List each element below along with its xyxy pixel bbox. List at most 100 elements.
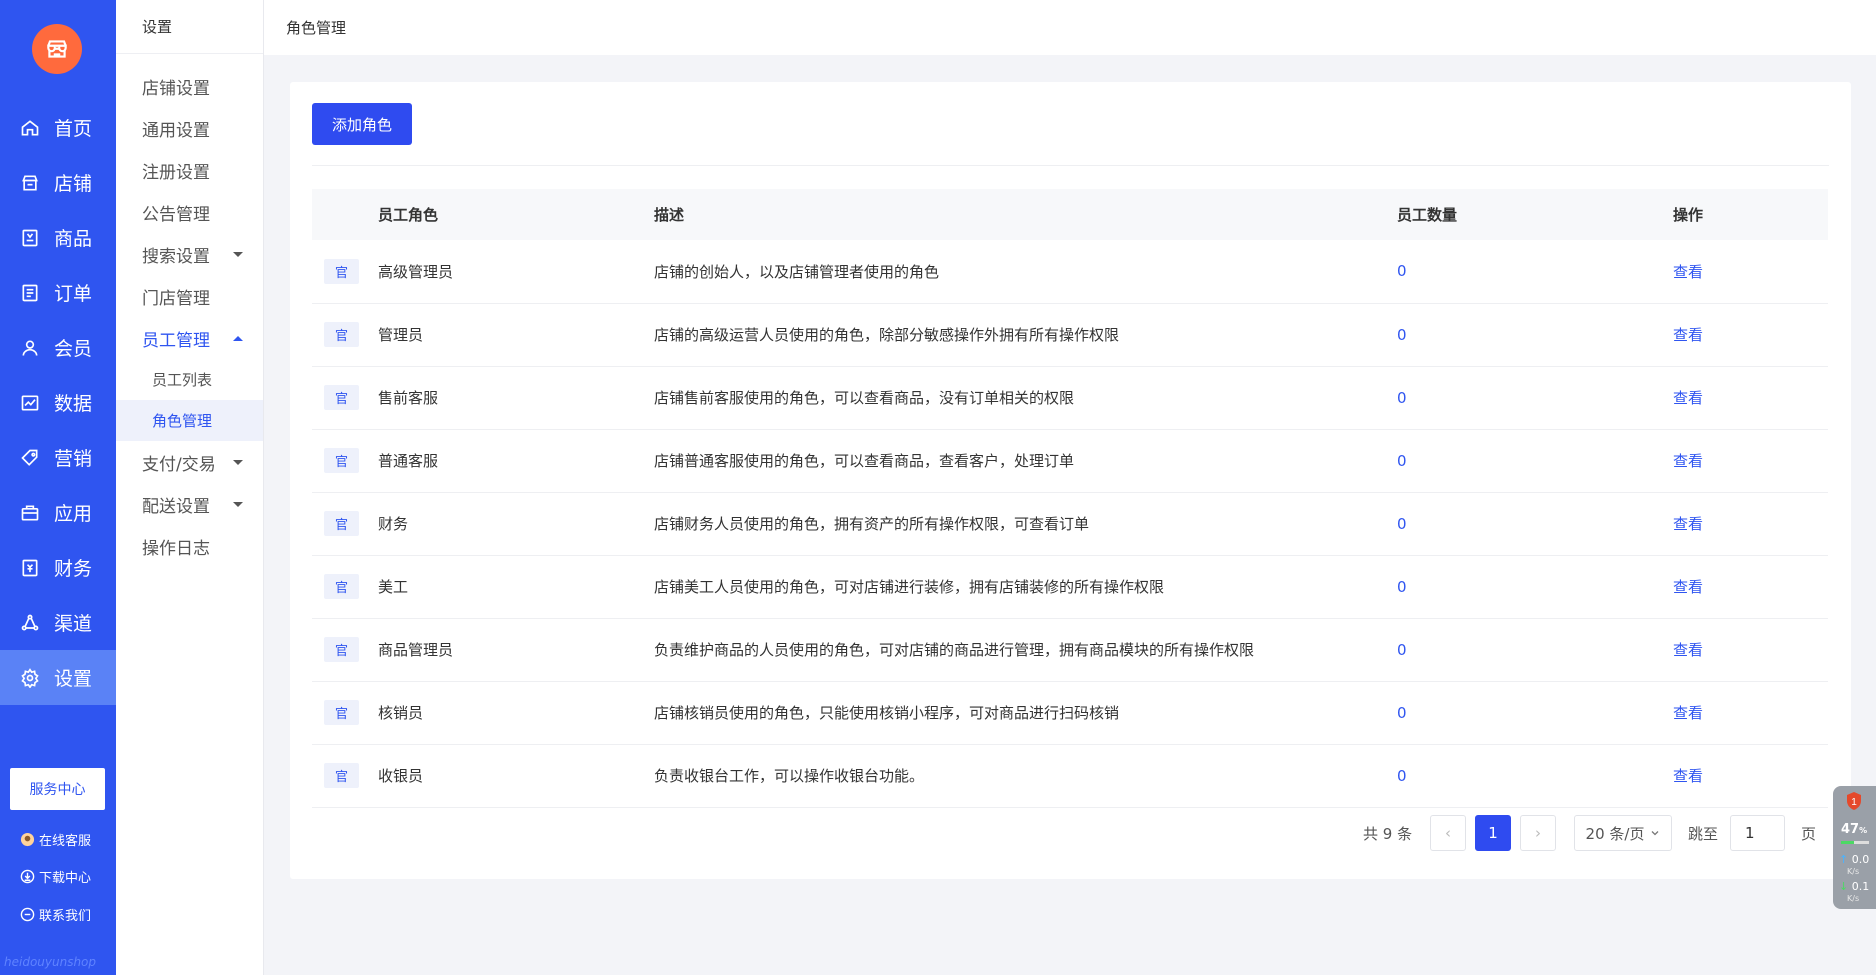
nav-item-home[interactable]: 首页 bbox=[0, 100, 116, 155]
nav-item-label: 应用 bbox=[54, 503, 93, 525]
caret-down-icon bbox=[233, 501, 243, 507]
nav-item-member[interactable]: 会员 bbox=[0, 320, 116, 375]
sidebar-item-notice[interactable]: 公告管理 bbox=[116, 191, 263, 233]
nav-item-channel[interactable]: 渠道 bbox=[0, 595, 116, 650]
official-tag: 官 bbox=[324, 511, 359, 536]
contact-us-link[interactable]: 联系我们 bbox=[20, 904, 91, 924]
nav-item-label: 设置 bbox=[54, 668, 93, 690]
cpu-percent: 47% bbox=[1841, 822, 1867, 837]
official-tag: 官 bbox=[324, 385, 359, 410]
sidebar-item-payment[interactable]: 支付/交易 bbox=[116, 441, 263, 483]
role-table: 员工角色 描述 员工数量 操作 官 高级管理员 店铺的创始人，以及店铺管理者使用… bbox=[312, 189, 1828, 808]
staff-count-link[interactable]: 0 bbox=[1397, 262, 1407, 280]
sidebar-item-label: 操作日志 bbox=[142, 538, 210, 559]
view-link[interactable]: 查看 bbox=[1673, 452, 1703, 470]
view-link[interactable]: 查看 bbox=[1673, 263, 1703, 281]
view-link[interactable]: 查看 bbox=[1673, 704, 1703, 722]
download-speed-value: 0.1 bbox=[1851, 880, 1870, 893]
cpu-percent-value: 47 bbox=[1841, 822, 1860, 837]
avatar-icon bbox=[20, 832, 35, 846]
service-center-button[interactable]: 服务中心 bbox=[10, 768, 105, 810]
home-icon bbox=[21, 119, 39, 135]
table-row: 官 收银员 负责收银台工作，可以操作收银台功能。 0 查看 bbox=[312, 744, 1828, 807]
staff-count-link[interactable]: 0 bbox=[1397, 641, 1407, 659]
download-arrow-icon: ↓ bbox=[1839, 880, 1849, 893]
role-name: 财务 bbox=[378, 515, 409, 533]
table-row: 官 高级管理员 店铺的创始人，以及店铺管理者使用的角色 0 查看 bbox=[312, 240, 1828, 303]
online-service-link[interactable]: 在线客服 bbox=[20, 829, 91, 849]
sidebar-item-delivery[interactable]: 配送设置 bbox=[116, 483, 263, 525]
nav-item-data[interactable]: 数据 bbox=[0, 375, 116, 430]
staff-count-link[interactable]: 0 bbox=[1397, 704, 1407, 722]
staff-count-link[interactable]: 0 bbox=[1397, 578, 1407, 596]
nav-item-product[interactable]: 商品 bbox=[0, 210, 116, 265]
nav-item-label: 首页 bbox=[54, 118, 93, 140]
cpu-percent-unit: % bbox=[1859, 826, 1868, 835]
nav-item-order[interactable]: 订单 bbox=[0, 265, 116, 320]
caret-down-icon bbox=[233, 459, 243, 465]
sidebar-item-register-settings[interactable]: 注册设置 bbox=[116, 149, 263, 191]
chevron-down-icon bbox=[1651, 831, 1659, 836]
download-speed: ↓ 0.1 K/s bbox=[1839, 881, 1869, 905]
table-row: 官 售前客服 店铺售前客服使用的角色，可以查看商品，没有订单相关的权限 0 查看 bbox=[312, 366, 1828, 429]
pagination: 共 9 条 ‹ 1 › 20 条/页 跳至 页 bbox=[290, 815, 1851, 851]
sidebar-item-branch[interactable]: 门店管理 bbox=[116, 275, 263, 317]
role-card: 添加角色 员工角色 描述 员工数量 操作 官 高级管理员 店铺的创始人，以及店铺… bbox=[290, 82, 1851, 879]
chart-icon bbox=[21, 395, 39, 410]
staff-count-link[interactable]: 0 bbox=[1397, 452, 1407, 470]
system-monitor-widget[interactable]: 1 47% ↑ 0.0 K/s ↓ 0.1 K/s bbox=[1833, 786, 1876, 909]
nav-item-finance[interactable]: 财务 bbox=[0, 540, 116, 595]
sidebar-item-operation-log[interactable]: 操作日志 bbox=[116, 525, 263, 567]
next-page-button[interactable]: › bbox=[1520, 815, 1556, 851]
order-icon bbox=[22, 284, 38, 301]
contact-us-label: 联系我们 bbox=[39, 908, 92, 924]
role-name: 核销员 bbox=[378, 704, 424, 722]
jump-page-input[interactable] bbox=[1730, 815, 1785, 851]
sidebar-item-staff-list[interactable]: 员工列表 bbox=[116, 359, 263, 400]
staff-count-link[interactable]: 0 bbox=[1397, 515, 1407, 533]
page-1-button[interactable]: 1 bbox=[1475, 815, 1511, 851]
sidebar-item-general-settings[interactable]: 通用设置 bbox=[116, 107, 263, 149]
download-center-link[interactable]: 下载中心 bbox=[20, 866, 91, 886]
sidebar-item-label: 店铺设置 bbox=[142, 78, 210, 99]
staff-count-link[interactable]: 0 bbox=[1397, 326, 1407, 344]
channel-icon bbox=[21, 614, 39, 630]
nav-item-marketing[interactable]: 营销 bbox=[0, 430, 116, 485]
nav-item-label: 店铺 bbox=[54, 173, 93, 195]
sidebar-item-label: 公告管理 bbox=[142, 204, 210, 225]
download-icon bbox=[20, 869, 35, 883]
staff-count-link[interactable]: 0 bbox=[1397, 389, 1407, 407]
table-row: 官 核销员 店铺核销员使用的角色，只能使用核销小程序，可对商品进行扫码核销 0 … bbox=[312, 681, 1828, 744]
table-row: 官 财务 店铺财务人员使用的角色，拥有资产的所有操作权限，可查看订单 0 查看 bbox=[312, 492, 1828, 555]
nav-item-app[interactable]: 应用 bbox=[0, 485, 116, 540]
add-role-button[interactable]: 添加角色 bbox=[312, 103, 412, 145]
sidebar-item-role-management[interactable]: 角色管理 bbox=[116, 400, 263, 441]
view-link[interactable]: 查看 bbox=[1673, 641, 1703, 659]
store-icon bbox=[22, 175, 38, 190]
sidebar-item-search-settings[interactable]: 搜索设置 bbox=[116, 233, 263, 275]
role-desc: 负责收银台工作，可以操作收银台功能。 bbox=[654, 767, 925, 785]
nav-item-settings[interactable]: 设置 bbox=[0, 650, 116, 705]
sidebar-item-label: 员工管理 bbox=[142, 330, 210, 351]
prev-page-button[interactable]: ‹ bbox=[1430, 815, 1466, 851]
sidebar-item-staff[interactable]: 员工管理 bbox=[116, 317, 263, 359]
sidebar-item-label: 注册设置 bbox=[142, 162, 210, 183]
page-size-select[interactable]: 20 条/页 bbox=[1574, 815, 1672, 851]
view-link[interactable]: 查看 bbox=[1673, 767, 1703, 785]
contact-icon bbox=[20, 907, 35, 921]
divider bbox=[312, 165, 1829, 166]
role-desc: 店铺财务人员使用的角色，拥有资产的所有操作权限，可查看订单 bbox=[654, 515, 1090, 533]
nav-item-label: 财务 bbox=[54, 558, 93, 580]
view-link[interactable]: 查看 bbox=[1673, 326, 1703, 344]
nav-item-store[interactable]: 店铺 bbox=[0, 155, 116, 210]
store-logo-icon[interactable] bbox=[32, 24, 82, 74]
view-link[interactable]: 查看 bbox=[1673, 578, 1703, 596]
online-service-label: 在线客服 bbox=[39, 833, 92, 849]
sidebar-item-store-settings[interactable]: 店铺设置 bbox=[116, 65, 263, 107]
view-link[interactable]: 查看 bbox=[1673, 389, 1703, 407]
staff-count-link[interactable]: 0 bbox=[1397, 767, 1407, 785]
gear-icon bbox=[21, 667, 39, 688]
finance-icon bbox=[22, 559, 38, 576]
view-link[interactable]: 查看 bbox=[1673, 515, 1703, 533]
product-icon bbox=[22, 229, 38, 246]
